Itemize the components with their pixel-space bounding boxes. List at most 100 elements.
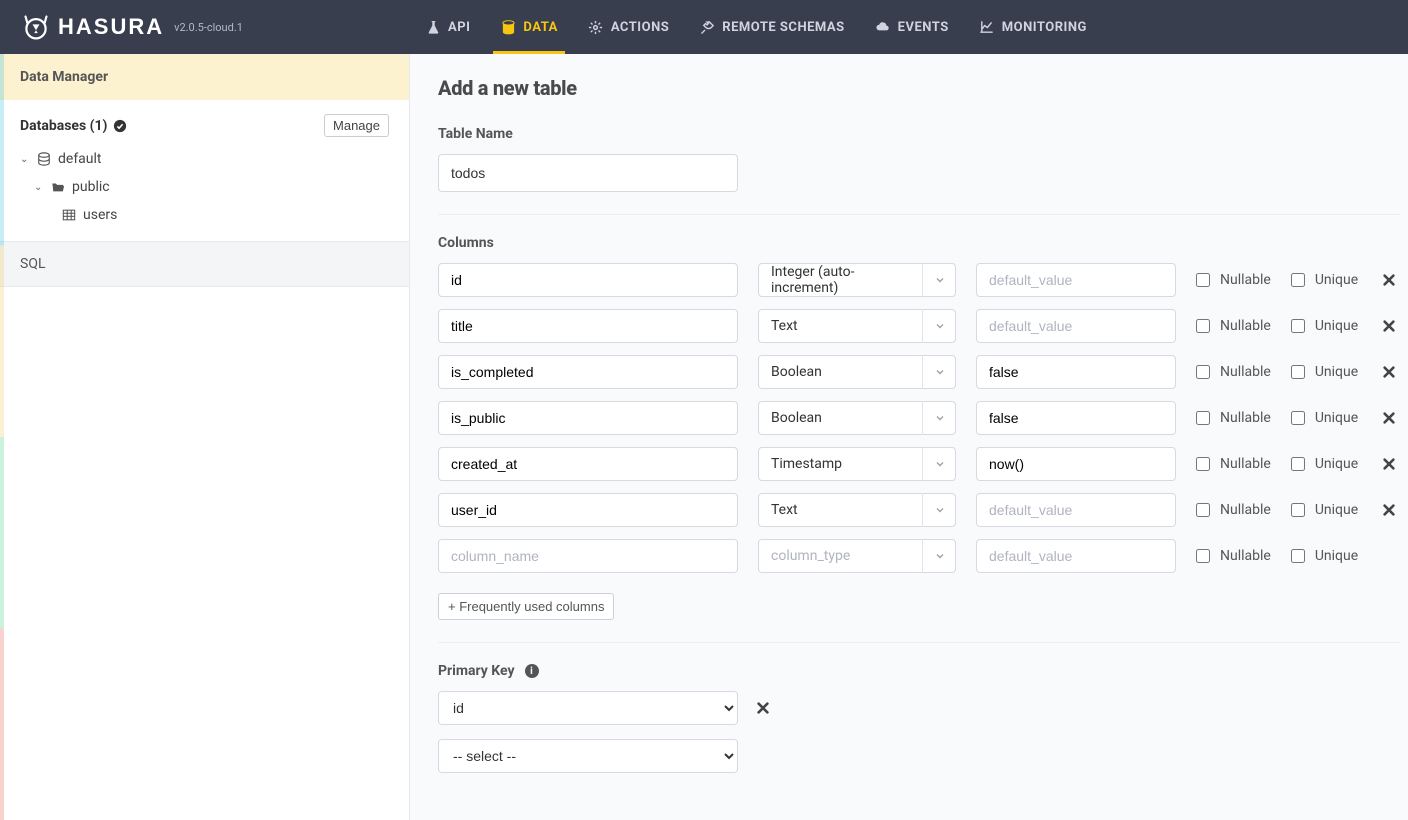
plug-icon [699, 19, 715, 35]
column-type-select[interactable]: column_type [758, 539, 956, 573]
nullable-checkbox-wrap[interactable]: Nullable [1196, 502, 1271, 518]
unique-checkbox-wrap[interactable]: Unique [1291, 548, 1358, 564]
unique-checkbox[interactable] [1291, 319, 1305, 333]
remove-column-icon[interactable] [1378, 457, 1400, 471]
unique-checkbox-wrap[interactable]: Unique [1291, 456, 1358, 472]
databases-header: Databases (1) Manage [0, 100, 409, 141]
column-type-select[interactable]: Text [758, 309, 956, 343]
unique-checkbox-wrap[interactable]: Unique [1291, 364, 1358, 380]
hasura-logo-icon [22, 13, 50, 41]
sidebar-title: Data Manager [0, 54, 409, 100]
nav-label: DATA [523, 20, 557, 35]
nav-events[interactable]: EVENTS [860, 0, 964, 54]
primary-key-select[interactable]: -- select -- [438, 739, 738, 773]
nav-actions[interactable]: ACTIONS [573, 0, 684, 54]
unique-label: Unique [1315, 548, 1358, 564]
unique-checkbox[interactable] [1291, 503, 1305, 517]
db-tree: ⌄ default ⌄ public users [0, 141, 409, 241]
nullable-label: Nullable [1220, 272, 1271, 288]
column-type-select[interactable]: Boolean [758, 401, 956, 435]
unique-checkbox-wrap[interactable]: Unique [1291, 272, 1358, 288]
nullable-label: Nullable [1220, 410, 1271, 426]
logo[interactable]: HASURA [22, 13, 164, 41]
nullable-label: Nullable [1220, 364, 1271, 380]
nav-monitoring[interactable]: MONITORING [964, 0, 1102, 54]
frequently-used-columns-button[interactable]: + Frequently used columns [438, 593, 614, 620]
column-row: Text Nullable Unique [438, 309, 1400, 343]
unique-checkbox-wrap[interactable]: Unique [1291, 410, 1358, 426]
remove-column-icon[interactable] [1378, 319, 1400, 333]
column-default-input[interactable] [976, 355, 1176, 389]
table-name-label: Table Name [438, 126, 1400, 142]
unique-checkbox[interactable] [1291, 457, 1305, 471]
nullable-checkbox-wrap[interactable]: Nullable [1196, 548, 1271, 564]
nullable-checkbox-wrap[interactable]: Nullable [1196, 410, 1271, 426]
column-name-input[interactable] [438, 493, 738, 527]
unique-checkbox[interactable] [1291, 549, 1305, 563]
column-name-input[interactable] [438, 447, 738, 481]
column-default-input[interactable] [976, 539, 1176, 573]
nullable-label: Nullable [1220, 456, 1271, 472]
unique-checkbox[interactable] [1291, 365, 1305, 379]
nullable-checkbox-wrap[interactable]: Nullable [1196, 272, 1271, 288]
column-type-select[interactable]: Boolean [758, 355, 956, 389]
unique-label: Unique [1315, 364, 1358, 380]
column-name-input[interactable] [438, 263, 738, 297]
remove-column-icon[interactable] [1378, 273, 1400, 287]
nav-api[interactable]: API [410, 0, 485, 54]
unique-checkbox[interactable] [1291, 273, 1305, 287]
column-type-select[interactable]: Timestamp [758, 447, 956, 481]
column-default-input[interactable] [976, 447, 1176, 481]
sidebar-sql[interactable]: SQL [0, 241, 409, 287]
nullable-checkbox[interactable] [1196, 503, 1210, 517]
column-name-input[interactable] [438, 539, 738, 573]
column-default-input[interactable] [976, 401, 1176, 435]
nav-remote-schemas[interactable]: REMOTE SCHEMAS [684, 0, 859, 54]
column-default-input[interactable] [976, 263, 1176, 297]
nullable-checkbox[interactable] [1196, 319, 1210, 333]
column-default-input[interactable] [976, 309, 1176, 343]
nav-data[interactable]: DATA [485, 0, 572, 54]
nullable-checkbox[interactable] [1196, 549, 1210, 563]
remove-column-icon[interactable] [1378, 503, 1400, 517]
remove-column-icon[interactable] [1378, 365, 1400, 379]
column-type-select[interactable]: Integer (auto-increment) [758, 263, 956, 297]
unique-checkbox-wrap[interactable]: Unique [1291, 318, 1358, 334]
nullable-label: Nullable [1220, 548, 1271, 564]
nullable-checkbox[interactable] [1196, 457, 1210, 471]
nullable-checkbox-wrap[interactable]: Nullable [1196, 318, 1271, 334]
nullable-checkbox-wrap[interactable]: Nullable [1196, 456, 1271, 472]
manage-button[interactable]: Manage [324, 114, 389, 137]
nullable-checkbox-wrap[interactable]: Nullable [1196, 364, 1271, 380]
column-row: Timestamp Nullable Unique [438, 447, 1400, 481]
column-default-input[interactable] [976, 493, 1176, 527]
nullable-label: Nullable [1220, 318, 1271, 334]
column-name-input[interactable] [438, 355, 738, 389]
primary-key-select[interactable]: id [438, 691, 738, 725]
column-type-select[interactable]: Text [758, 493, 956, 527]
tree-table-users[interactable]: users [20, 201, 397, 229]
column-name-input[interactable] [438, 401, 738, 435]
remove-column-icon[interactable] [1378, 411, 1400, 425]
unique-checkbox-wrap[interactable]: Unique [1291, 502, 1358, 518]
primary-key-label: Primary Key [438, 663, 515, 679]
column-row: Boolean Nullable Unique [438, 401, 1400, 435]
table-name-section: Table Name [438, 126, 1400, 215]
column-name-input[interactable] [438, 309, 738, 343]
check-icon [113, 119, 127, 133]
sidebar: Data Manager Databases (1) Manage ⌄ defa… [0, 54, 410, 820]
unique-label: Unique [1315, 410, 1358, 426]
unique-label: Unique [1315, 318, 1358, 334]
table-name-input[interactable] [438, 154, 738, 192]
caret-down-icon: ⌄ [34, 182, 44, 193]
databases-label: Databases (1) [20, 118, 107, 134]
info-icon[interactable]: i [525, 664, 539, 678]
tree-db[interactable]: ⌄ default [20, 145, 397, 173]
nullable-checkbox[interactable] [1196, 365, 1210, 379]
nullable-checkbox[interactable] [1196, 411, 1210, 425]
tree-schema[interactable]: ⌄ public [20, 173, 397, 201]
nullable-checkbox[interactable] [1196, 273, 1210, 287]
unique-checkbox[interactable] [1291, 411, 1305, 425]
remove-pk-icon[interactable] [752, 701, 774, 715]
tree-schema-label: public [72, 179, 110, 195]
